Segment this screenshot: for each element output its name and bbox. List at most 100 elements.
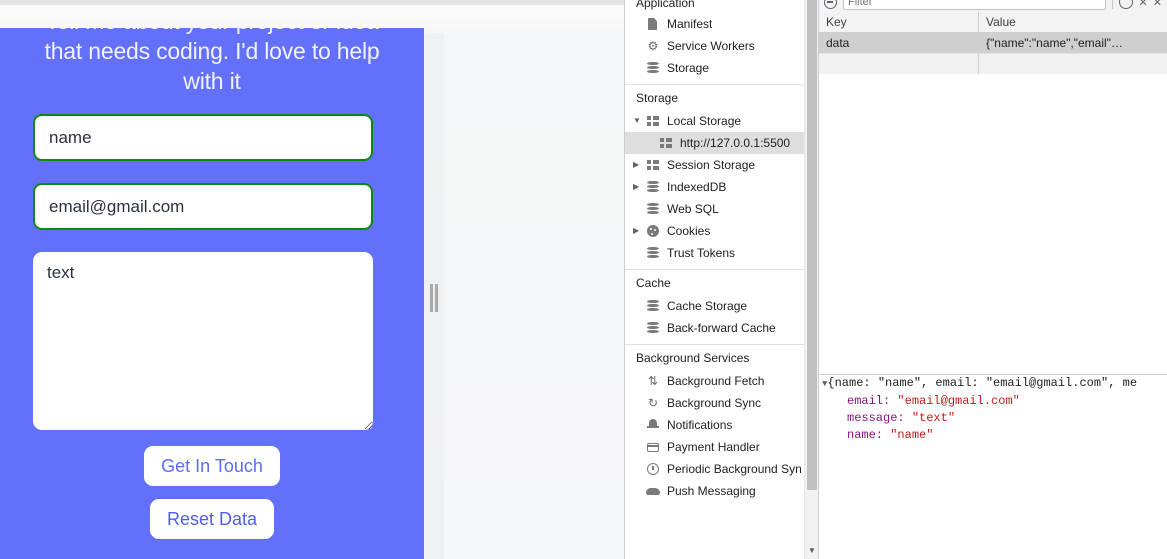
table-cell-value[interactable]: {"name":"name","email"… bbox=[979, 33, 1167, 53]
sidebar-item-web-sql[interactable]: ▶ Web SQL bbox=[625, 198, 818, 220]
preview-entry-key: name: bbox=[847, 428, 891, 442]
sidebar-item-label: Cache Storage bbox=[667, 299, 748, 313]
up-down-arrows-icon: ⇅ bbox=[647, 374, 659, 388]
storage-pane: ✕ ✕ Key Value data{"name":"name","email"… bbox=[818, 0, 1167, 559]
sidebar-item-storage[interactable]: ▶ Storage bbox=[625, 57, 818, 79]
scroll-down-arrow-icon[interactable]: ▼ bbox=[805, 545, 818, 557]
sidebar-item-cookies[interactable]: ▶ Cookies bbox=[625, 220, 818, 242]
tree-spacer: ▶ bbox=[633, 20, 644, 28]
refresh-circle-icon[interactable] bbox=[824, 0, 837, 9]
tree-spacer: ▶ bbox=[633, 249, 644, 257]
tree-spacer: ▶ bbox=[633, 302, 644, 310]
sidebar-item-back-forward-cache[interactable]: ▶ Back-forward Cache bbox=[625, 317, 818, 339]
sidebar-item-indexeddb[interactable]: ▶ IndexedDB bbox=[625, 176, 818, 198]
preview-entry: message: "text" bbox=[819, 410, 1167, 427]
page-canvas: Tell me about your project or idea that … bbox=[0, 5, 624, 559]
table-cell-key[interactable]: data bbox=[819, 33, 979, 53]
sidebar-group-title: Application bbox=[636, 0, 695, 10]
sidebar-item-background-sync[interactable]: ▶↻ Background Sync bbox=[625, 392, 818, 414]
sidebar-group-title: Background Services bbox=[636, 351, 750, 365]
tree-spacer: ▶ bbox=[646, 139, 657, 147]
panel-splitter[interactable] bbox=[424, 33, 444, 559]
message-textarea[interactable]: text bbox=[33, 252, 373, 430]
application-sidebar: Application ▶ Manifest ▶⚙Service Workers ▶ St… bbox=[625, 0, 818, 559]
sidebar-item-payment-handler[interactable]: ▶ Payment Handler bbox=[625, 436, 818, 458]
sidebar-scrollbar[interactable]: ▼ bbox=[804, 0, 818, 559]
tree-spacer: ▶ bbox=[633, 64, 644, 72]
chevron-right-icon[interactable]: ▶ bbox=[633, 161, 644, 169]
table-empty-row bbox=[819, 54, 1167, 74]
form-heading-line-2: that needs coding. I'd love to help bbox=[44, 38, 380, 64]
table-body: data {"name":"name","email"… bbox=[819, 33, 1167, 54]
database-icon bbox=[645, 61, 661, 75]
table-row[interactable]: data {"name":"name","email"… bbox=[819, 33, 1167, 54]
devtools-panel: Application ▶ Manifest ▶⚙Service Workers ▶ St… bbox=[624, 0, 1167, 559]
storage-key-value-table: Key Value data {"name":"name","email"… bbox=[819, 12, 1167, 374]
preview-summary-line[interactable]: ▼{name: "name", email: "email@gmail.com"… bbox=[819, 375, 1167, 393]
sidebar-item-label: Manifest bbox=[667, 17, 713, 31]
preview-entry-value: "email@gmail.com" bbox=[897, 394, 1020, 408]
grid-icon bbox=[645, 158, 661, 172]
sidebar-item-label: Background Fetch bbox=[667, 374, 765, 388]
toolbar-separator bbox=[1111, 0, 1113, 9]
preview-entries: email: "email@gmail.com" message: "text" n… bbox=[819, 393, 1167, 444]
sidebar-item-label: Cookies bbox=[667, 224, 711, 238]
form-heading-line-3: with it bbox=[183, 68, 241, 94]
form-heading-line-clipped: Tell me about your project or idea bbox=[18, 28, 406, 36]
tree-spacer: ▶ bbox=[633, 205, 644, 213]
sidebar-item-label: Session Storage bbox=[667, 158, 756, 172]
column-header-value[interactable]: Value bbox=[979, 12, 1167, 32]
name-input[interactable] bbox=[33, 114, 373, 161]
tree-spacer: ▶ bbox=[633, 377, 644, 385]
sidebar-item-push-messaging[interactable]: ▶ Push Messaging bbox=[625, 480, 818, 502]
tree-spacer: ▶ bbox=[633, 421, 644, 429]
reset-data-button[interactable]: Reset Data bbox=[149, 499, 275, 539]
chevron-right-icon[interactable]: ▶ bbox=[633, 227, 644, 235]
sidebar-item-cache-storage[interactable]: ▶ Cache Storage bbox=[625, 295, 818, 317]
delete-selected-icon[interactable]: ✕ ✕ bbox=[1139, 0, 1164, 9]
sidebar-item-session-storage[interactable]: ▶ Session Storage bbox=[625, 154, 818, 176]
sidebar-group: Background Services▶⇅Background Fetch▶↻B… bbox=[625, 344, 818, 507]
sidebar-item-service-workers[interactable]: ▶⚙ Service Workers bbox=[625, 35, 818, 57]
cloud-icon bbox=[645, 484, 661, 498]
sidebar-item-label: Storage bbox=[667, 61, 710, 75]
form-actions: Get In Touch Reset Data bbox=[31, 446, 393, 539]
tree-spacer: ▶ bbox=[633, 465, 644, 473]
form-fields: text Get In Touch Reset Data bbox=[0, 114, 424, 539]
tree-spacer: ▶ bbox=[633, 399, 644, 407]
database-icon bbox=[645, 202, 661, 216]
sidebar-group-title: Storage bbox=[636, 91, 679, 105]
table-header-row: Key Value bbox=[819, 12, 1167, 33]
column-header-key[interactable]: Key bbox=[819, 12, 979, 32]
sidebar-scrollbar-thumb[interactable] bbox=[807, 0, 817, 490]
chevron-right-icon[interactable]: ▶ bbox=[633, 183, 644, 191]
sidebar-item-label: Background Sync bbox=[667, 396, 762, 410]
splitter-grip-icon[interactable] bbox=[430, 284, 438, 312]
sidebar-item-label: Payment Handler bbox=[667, 440, 760, 454]
sidebar-item-background-fetch[interactable]: ▶⇅ Background Fetch bbox=[625, 370, 818, 392]
sidebar-item-http-127-0-0-1-5500[interactable]: ▶ http://127.0.0.1:5500 bbox=[625, 132, 818, 154]
bell-icon bbox=[645, 418, 661, 432]
database-icon bbox=[645, 321, 661, 335]
sidebar-item-label: Trust Tokens bbox=[667, 246, 736, 260]
sidebar-item-notifications[interactable]: ▶ Notifications bbox=[625, 414, 818, 436]
sidebar-item-label: http://127.0.0.1:5500 bbox=[680, 136, 791, 150]
sidebar-item-periodic-background-syn[interactable]: ▶ Periodic Background Syn bbox=[625, 458, 818, 480]
tree-spacer: ▶ bbox=[633, 487, 644, 495]
sidebar-item-trust-tokens[interactable]: ▶ Trust Tokens bbox=[625, 242, 818, 264]
clear-circle-icon[interactable] bbox=[1118, 0, 1133, 9]
database-icon bbox=[645, 299, 661, 313]
filter-input[interactable] bbox=[843, 0, 1106, 10]
grid-icon bbox=[658, 136, 674, 150]
sidebar-item-label: Back-forward Cache bbox=[667, 321, 776, 335]
chevron-down-icon[interactable]: ▼ bbox=[633, 117, 644, 125]
preview-entry-value: "name" bbox=[890, 428, 934, 442]
preview-summary-text: {name: "name", email: "email@gmail.com",… bbox=[827, 376, 1138, 390]
get-in-touch-button[interactable]: Get In Touch bbox=[144, 446, 280, 486]
value-preview-pane: ▼{name: "name", email: "email@gmail.com"… bbox=[819, 374, 1167, 559]
email-input[interactable] bbox=[33, 183, 373, 230]
preview-entry: email: "email@gmail.com" bbox=[819, 393, 1167, 410]
sidebar-item-manifest[interactable]: ▶ Manifest bbox=[625, 13, 818, 35]
sidebar-item-label: Web SQL bbox=[667, 202, 719, 216]
sidebar-item-local-storage[interactable]: ▼ Local Storage bbox=[625, 110, 818, 132]
